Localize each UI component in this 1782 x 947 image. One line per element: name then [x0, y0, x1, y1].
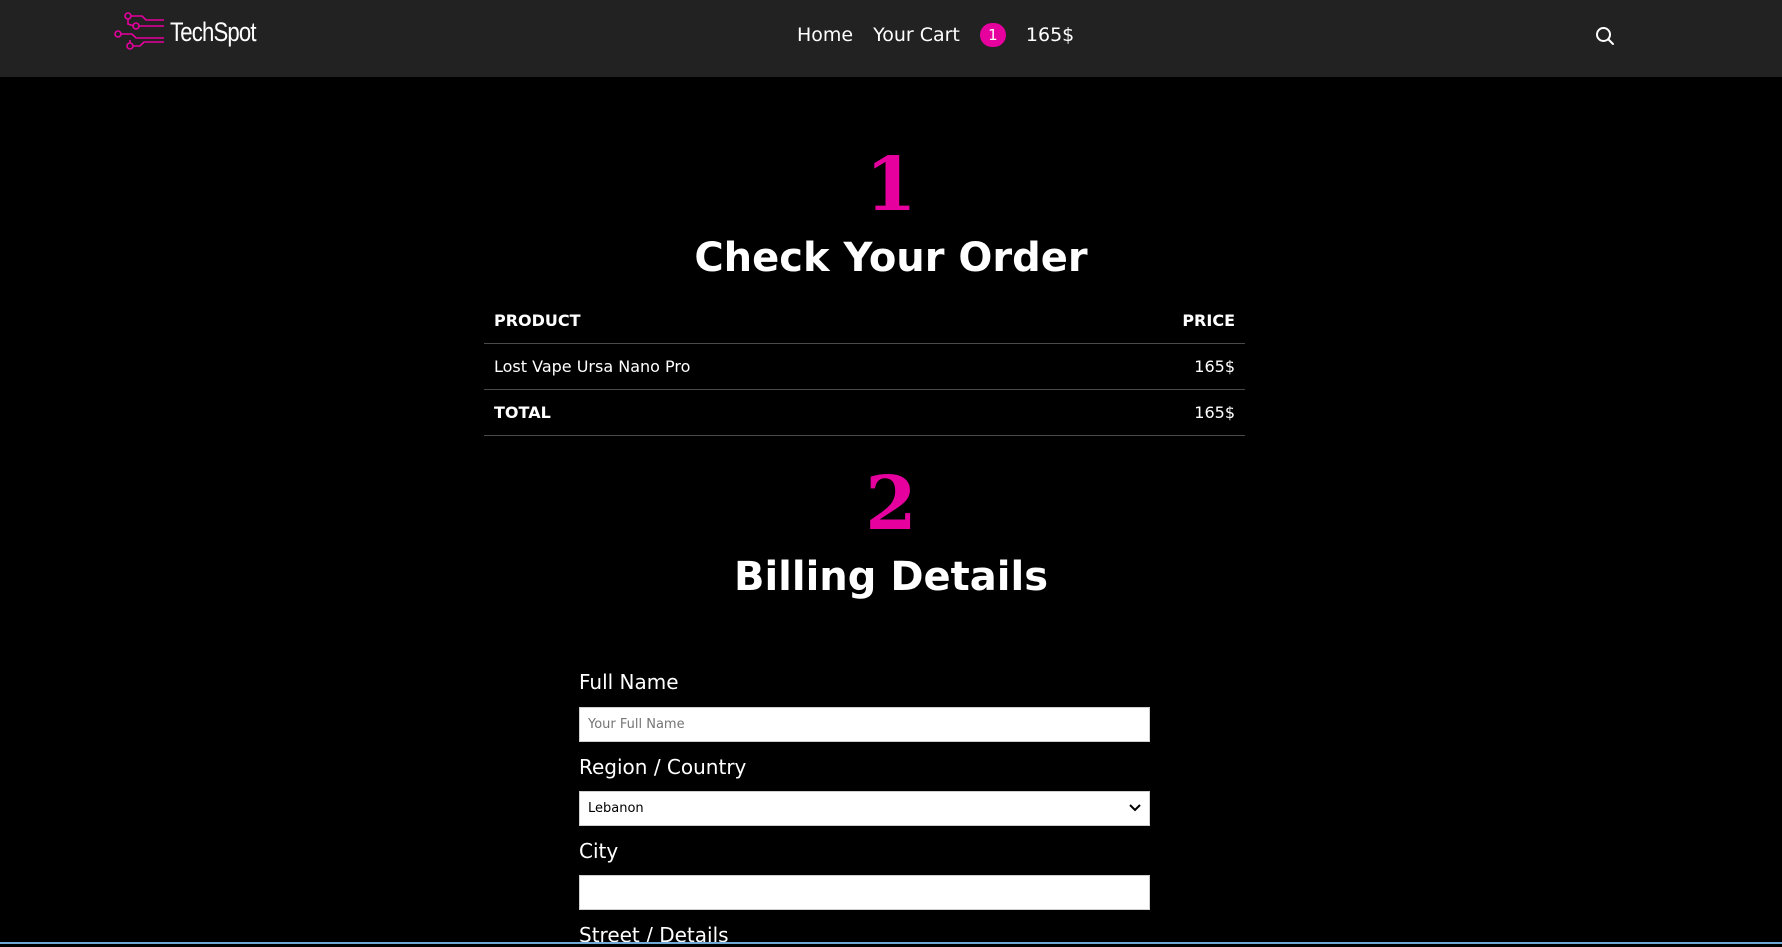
order-section-title: Check Your Order	[694, 235, 1088, 281]
chevron-down-icon	[1129, 801, 1141, 816]
nav-home-link[interactable]: Home	[797, 24, 853, 46]
logo-text: TechSpot	[170, 16, 257, 47]
step-number-billing: 2	[865, 461, 917, 547]
header-product: PRODUCT	[484, 298, 1054, 344]
full-name-label: Full Name	[579, 670, 679, 694]
table-row: Lost Vape Ursa Nano Pro 165$	[484, 343, 1245, 390]
site-logo[interactable]: TechSpot	[114, 12, 275, 54]
nav-cart-link[interactable]: Your Cart	[873, 24, 960, 46]
circuit-icon	[114, 12, 164, 54]
total-value: 165$	[1053, 389, 1245, 436]
table-header-row: PRODUCT PRICE	[484, 298, 1245, 344]
country-label: Region / Country	[579, 755, 747, 779]
city-label: City	[579, 839, 619, 863]
full-name-field[interactable]	[579, 707, 1150, 742]
header-price: PRICE	[1053, 298, 1245, 344]
product-price: 165$	[1053, 343, 1245, 390]
top-navbar: TechSpot Home Your Cart 1 165$	[0, 0, 1782, 77]
search-icon[interactable]	[1595, 26, 1615, 50]
order-table: PRODUCT PRICE Lost Vape Ursa Nano Pro 16…	[484, 298, 1245, 436]
billing-section-title: Billing Details	[733, 554, 1049, 600]
total-row: TOTAL 165$	[484, 389, 1245, 436]
cart-count-badge[interactable]: 1	[979, 23, 1006, 47]
product-name: Lost Vape Ursa Nano Pro	[484, 343, 1054, 390]
city-field[interactable]	[579, 875, 1150, 910]
cart-total: 165$	[1025, 24, 1075, 46]
country-selected-value: Lebanon	[588, 801, 644, 816]
step-number-order: 1	[865, 142, 917, 228]
country-select[interactable]: Lebanon	[579, 791, 1150, 826]
total-label: TOTAL	[484, 389, 1054, 436]
main-nav: Home Your Cart 1 165$	[797, 23, 1074, 47]
